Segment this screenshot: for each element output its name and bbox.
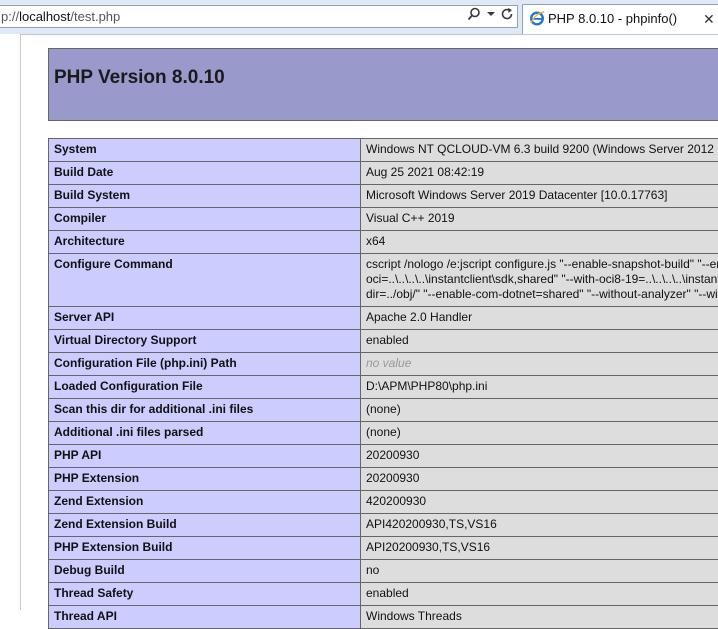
row-value: cscript /nologo /e:jscript configure.js … bbox=[361, 254, 718, 307]
row-label: Debug Build bbox=[49, 560, 361, 583]
row-value: 20200930 bbox=[361, 468, 718, 491]
row-value: D:\APM\PHP80\php.ini bbox=[361, 376, 718, 399]
row-value: Windows NT QCLOUD-VM 6.3 build 9200 (Win… bbox=[361, 139, 718, 162]
row-label: PHP Extension Build bbox=[49, 537, 361, 560]
table-row: Scan this dir for additional .ini files(… bbox=[49, 399, 718, 422]
row-value: Microsoft Windows Server 2019 Datacenter… bbox=[361, 185, 718, 208]
internet-explorer-icon bbox=[529, 10, 545, 26]
row-label: Virtual Directory Support bbox=[49, 330, 361, 353]
row-label: Thread API bbox=[49, 606, 361, 629]
php-version-header: PHP Version 8.0.10 bbox=[48, 48, 718, 121]
row-label: Scan this dir for additional .ini files bbox=[49, 399, 361, 422]
row-value: enabled bbox=[361, 330, 718, 353]
row-label: Configure Command bbox=[49, 254, 361, 307]
table-row: Virtual Directory Supportenabled bbox=[49, 330, 718, 353]
row-label: Zend Extension bbox=[49, 491, 361, 514]
page-title: PHP Version 8.0.10 bbox=[54, 67, 225, 89]
row-label: Zend Extension Build bbox=[49, 514, 361, 537]
row-label: Configuration File (php.ini) Path bbox=[49, 353, 361, 376]
table-row: SystemWindows NT QCLOUD-VM 6.3 build 920… bbox=[49, 139, 718, 162]
row-value: (none) bbox=[361, 399, 718, 422]
table-row: PHP Extension BuildAPI20200930,TS,VS16 bbox=[49, 537, 718, 560]
row-value: API20200930,TS,VS16 bbox=[361, 537, 718, 560]
row-label: PHP API bbox=[49, 445, 361, 468]
row-value: enabled bbox=[361, 583, 718, 606]
table-row: PHP Extension20200930 bbox=[49, 468, 718, 491]
row-label: Build Date bbox=[49, 162, 361, 185]
table-row: Zend Extension BuildAPI420200930,TS,VS16 bbox=[49, 514, 718, 537]
row-label: Server API bbox=[49, 307, 361, 330]
tab-title: PHP 8.0.10 - phpinfo() bbox=[548, 5, 677, 33]
row-value: x64 bbox=[361, 231, 718, 254]
table-row: PHP API20200930 bbox=[49, 445, 718, 468]
row-label: Architecture bbox=[49, 231, 361, 254]
table-row: Build SystemMicrosoft Windows Server 201… bbox=[49, 185, 718, 208]
row-value: Visual C++ 2019 bbox=[361, 208, 718, 231]
browser-tab[interactable]: PHP 8.0.10 - phpinfo() ✕ bbox=[522, 4, 718, 34]
address-prefix: p:// bbox=[1, 9, 19, 24]
page-left-gutter bbox=[0, 34, 21, 610]
row-label: Build System bbox=[49, 185, 361, 208]
table-row: Zend Extension420200930 bbox=[49, 491, 718, 514]
refresh-icon[interactable] bbox=[499, 6, 515, 26]
table-row: Thread APIWindows Threads bbox=[49, 606, 718, 629]
row-label: Additional .ini files parsed bbox=[49, 422, 361, 445]
row-value: no bbox=[361, 560, 718, 583]
row-value: 420200930 bbox=[361, 491, 718, 514]
address-bar[interactable]: p://localhost/test.php bbox=[0, 5, 518, 28]
table-row: Build DateAug 25 2021 08:42:19 bbox=[49, 162, 718, 185]
browser-toolbar: p://localhost/test.php PHP 8.0.10 - phpi… bbox=[0, 0, 718, 35]
table-row: Additional .ini files parsed(none) bbox=[49, 422, 718, 445]
row-label: System bbox=[49, 139, 361, 162]
row-value: 20200930 bbox=[361, 445, 718, 468]
php-info-table: SystemWindows NT QCLOUD-VM 6.3 build 920… bbox=[48, 138, 718, 629]
row-value-line: oci=..\..\..\..\instantclient\sdk,shared… bbox=[366, 272, 718, 287]
table-row: CompilerVisual C++ 2019 bbox=[49, 208, 718, 231]
table-row: Server APIApache 2.0 Handler bbox=[49, 307, 718, 330]
address-path: /test.php bbox=[70, 9, 120, 24]
table-row: Loaded Configuration FileD:\APM\PHP80\ph… bbox=[49, 376, 718, 399]
row-value-text: no value bbox=[366, 356, 411, 370]
row-value: Apache 2.0 Handler bbox=[361, 307, 718, 330]
table-row: Debug Buildno bbox=[49, 560, 718, 583]
close-icon[interactable]: ✕ bbox=[703, 5, 715, 33]
search-icon[interactable] bbox=[466, 6, 482, 26]
address-host: localhost bbox=[19, 9, 70, 24]
row-value: Windows Threads bbox=[361, 606, 718, 629]
table-row: Configuration File (php.ini) Path no valu… bbox=[49, 353, 718, 376]
row-label: Compiler bbox=[49, 208, 361, 231]
row-label: Loaded Configuration File bbox=[49, 376, 361, 399]
row-label: PHP Extension bbox=[49, 468, 361, 491]
row-value: (none) bbox=[361, 422, 718, 445]
row-value: Aug 25 2021 08:42:19 bbox=[361, 162, 718, 185]
table-row: Configure Command cscript /nologo /e:jscr… bbox=[49, 254, 718, 307]
row-value-line: dir=../obj/" "--enable-com-dotnet=shared… bbox=[366, 287, 718, 302]
table-row: Thread Safetyenabled bbox=[49, 583, 718, 606]
row-value-line: cscript /nologo /e:jscript configure.js … bbox=[366, 257, 718, 272]
table-row: Architecturex64 bbox=[49, 231, 718, 254]
chevron-down-icon[interactable] bbox=[483, 6, 499, 26]
row-value: API420200930,TS,VS16 bbox=[361, 514, 718, 537]
row-value: no value bbox=[361, 353, 718, 376]
row-label: Thread Safety bbox=[49, 583, 361, 606]
